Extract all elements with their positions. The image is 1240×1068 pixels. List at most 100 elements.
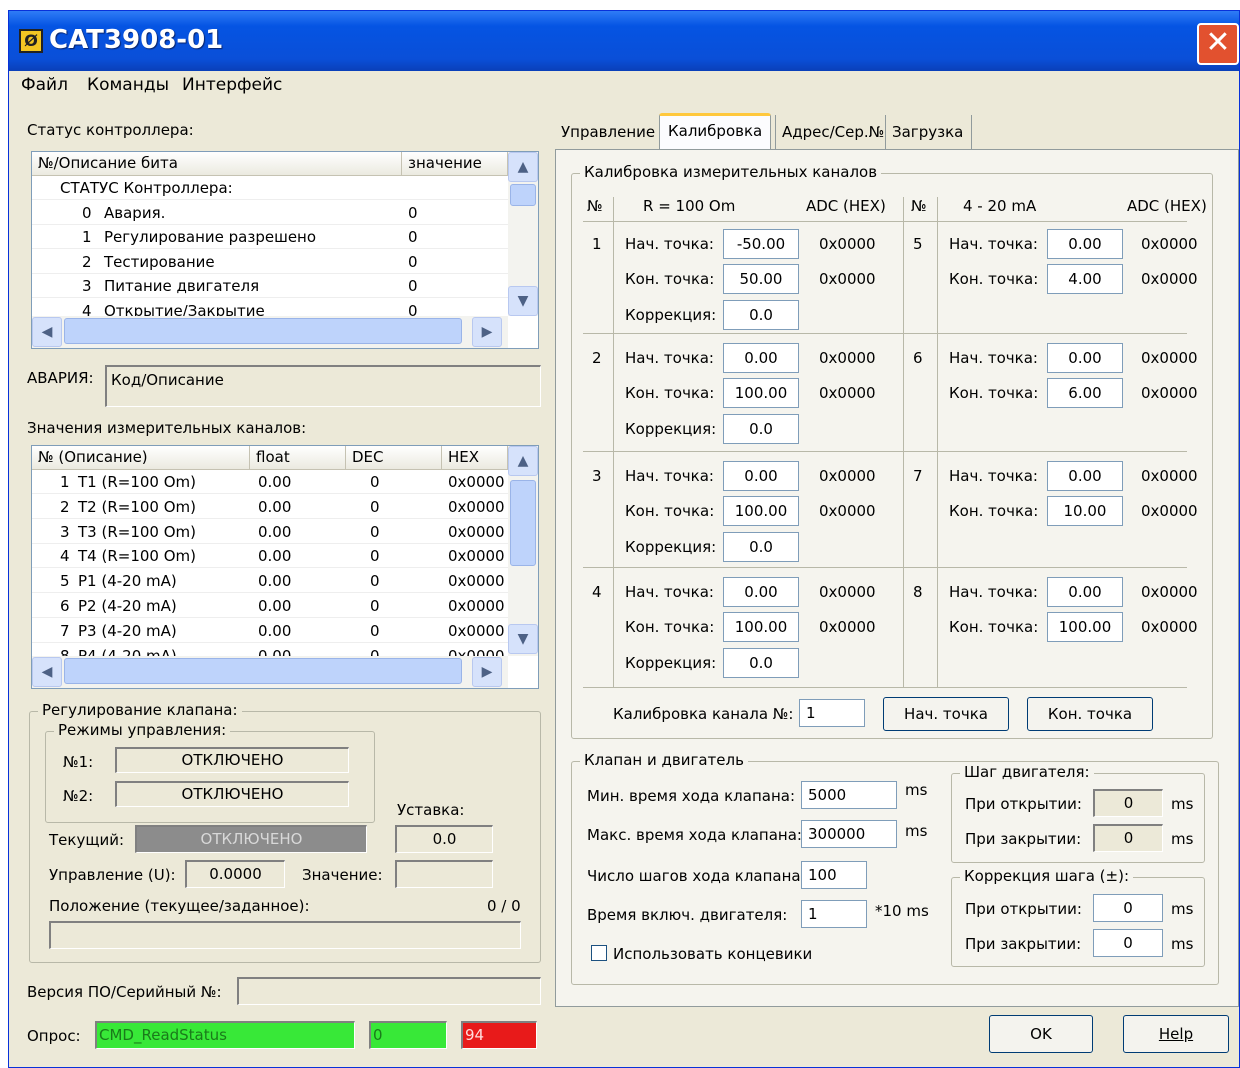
close-button[interactable]: ✕ bbox=[1197, 23, 1239, 65]
corr-close-input[interactable]: 0 bbox=[1093, 929, 1163, 957]
meas-float: 0.00 bbox=[258, 646, 292, 656]
title-bar[interactable]: Ø CAT3908-01 ✕ bbox=[9, 11, 1239, 71]
calib-start-point-button[interactable]: Нач. точка bbox=[883, 697, 1009, 731]
corr-open-input[interactable]: 0 bbox=[1093, 894, 1163, 922]
steps-input[interactable]: 100 bbox=[801, 861, 867, 889]
meas-col-desc[interactable]: № (Описание) bbox=[32, 446, 250, 470]
min-time-input[interactable]: 5000 bbox=[801, 781, 897, 809]
limit-switch-checkbox[interactable] bbox=[591, 945, 607, 961]
menu-file[interactable]: Файл bbox=[21, 75, 68, 95]
status-col-desc[interactable]: №/Описание бита bbox=[32, 152, 402, 176]
motor-on-time-input[interactable]: 1 bbox=[801, 900, 867, 928]
status-col-value[interactable]: значение bbox=[402, 152, 508, 176]
meas-number: 7 bbox=[60, 621, 70, 640]
status-bit-desc: Авария. bbox=[104, 203, 166, 222]
scroll-left-button[interactable]: ◀ bbox=[32, 317, 62, 347]
calib-end-input[interactable]: 50.00 bbox=[723, 264, 799, 294]
calib-end-input[interactable]: 100.00 bbox=[1047, 612, 1123, 642]
meas-col-hex[interactable]: HEX bbox=[442, 446, 508, 470]
calib-channel-number: 1 bbox=[592, 235, 602, 253]
table-row[interactable]: 4 Открытие/Закрытие 0 bbox=[32, 299, 508, 317]
calib-start-input[interactable]: 0.00 bbox=[723, 461, 799, 491]
meas-hex: 0x0000 bbox=[448, 547, 505, 566]
calib-end-input[interactable]: 10.00 bbox=[1047, 496, 1123, 526]
status-vscroll-thumb[interactable] bbox=[510, 184, 536, 206]
calib-start-input[interactable]: 0.00 bbox=[1047, 461, 1123, 491]
step-close-field: 0 bbox=[1093, 824, 1163, 852]
table-row[interactable]: СТАТУС Контроллера: bbox=[32, 176, 508, 200]
meas-dec: 0 bbox=[370, 473, 380, 491]
table-row[interactable]: 2 Тестирование 0 bbox=[32, 250, 508, 274]
menu-interface[interactable]: Интерфейс bbox=[182, 75, 282, 95]
window-title: CAT3908-01 bbox=[49, 25, 224, 55]
help-button[interactable]: Help bbox=[1123, 1015, 1229, 1053]
corr-open-unit: ms bbox=[1171, 900, 1194, 918]
table-row[interactable]: 4 T4 (R=100 Om) 0.00 0 0x0000 bbox=[32, 544, 508, 569]
calib-end-label: Кон. точка: bbox=[949, 384, 1039, 402]
table-row[interactable]: 2 T2 (R=100 Om) 0.00 0 0x0000 bbox=[32, 495, 508, 519]
control-u-field: 0.0000 bbox=[185, 860, 285, 888]
table-row[interactable]: 7 P3 (4-20 mA) 0.00 0 0x0000 bbox=[32, 619, 508, 643]
table-row[interactable]: 1 Регулирование разрешено 0 bbox=[32, 225, 508, 249]
calib-end-input[interactable]: 100.00 bbox=[723, 496, 799, 526]
tab-calibration[interactable]: Калибровка bbox=[659, 113, 772, 149]
calib-end-input[interactable]: 6.00 bbox=[1047, 378, 1123, 408]
scroll-left-button[interactable]: ◀ bbox=[32, 657, 62, 687]
meas-float: 0.00 bbox=[258, 497, 292, 516]
calib-row-divider bbox=[583, 567, 1187, 568]
table-row[interactable]: 5 P1 (4-20 mA) 0.00 0 0x0000 bbox=[32, 569, 508, 594]
calib-header-type-right: 4 - 20 mA bbox=[963, 197, 1037, 215]
meas-vscroll-thumb[interactable] bbox=[510, 480, 536, 566]
scroll-down-button[interactable]: ▼ bbox=[508, 624, 538, 654]
calib-correction-input[interactable]: 0.0 bbox=[723, 648, 799, 678]
calib-start-input[interactable]: 0.00 bbox=[723, 343, 799, 373]
version-field bbox=[237, 977, 541, 1005]
calib-start-label: Нач. точка: bbox=[625, 235, 714, 253]
max-time-input[interactable]: 300000 bbox=[801, 820, 897, 848]
calib-end-input[interactable]: 100.00 bbox=[723, 378, 799, 408]
value-label: Значение: bbox=[302, 866, 383, 884]
tab-address[interactable]: Адрес/Сер.№ bbox=[775, 115, 884, 149]
menu-commands[interactable]: Команды bbox=[87, 75, 169, 95]
calib-end-input[interactable]: 100.00 bbox=[723, 612, 799, 642]
calib-end-input[interactable]: 4.00 bbox=[1047, 264, 1123, 294]
calib-channel-number: 2 bbox=[592, 349, 602, 367]
meas-col-float[interactable]: float bbox=[250, 446, 346, 470]
status-bit-value: 0 bbox=[408, 277, 418, 295]
calib-correction-input[interactable]: 0.0 bbox=[723, 414, 799, 444]
scroll-right-button[interactable]: ▶ bbox=[472, 657, 502, 687]
scroll-down-button[interactable]: ▼ bbox=[508, 286, 538, 316]
calib-channel-input[interactable]: 1 bbox=[799, 699, 865, 727]
calib-correction-input[interactable]: 0.0 bbox=[723, 300, 799, 330]
meas-col-dec[interactable]: DEC bbox=[346, 446, 442, 470]
scroll-right-button[interactable]: ▶ bbox=[472, 317, 502, 347]
calib-end-point-button[interactable]: Кон. точка bbox=[1027, 697, 1153, 731]
calib-start-input[interactable]: 0.00 bbox=[1047, 343, 1123, 373]
table-row[interactable]: 3 T3 (R=100 Om) 0.00 0 0x0000 bbox=[32, 520, 508, 544]
table-row[interactable]: 6 P2 (4-20 mA) 0.00 0 0x0000 bbox=[32, 594, 508, 618]
calib-end-label: Кон. точка: bbox=[625, 618, 715, 636]
table-row[interactable]: 0 Авария. 0 bbox=[32, 201, 508, 225]
status-hscroll-thumb[interactable] bbox=[64, 318, 462, 344]
calib-start-input[interactable]: 0.00 bbox=[723, 577, 799, 607]
scroll-up-button[interactable]: ▲ bbox=[508, 152, 538, 182]
calib-end-adc: 0x0000 bbox=[1141, 618, 1198, 636]
calib-start-label: Нач. точка: bbox=[949, 349, 1038, 367]
calib-start-input[interactable]: 0.00 bbox=[1047, 229, 1123, 259]
meas-number: 3 bbox=[60, 522, 70, 541]
table-row[interactable]: 1 T1 (R=100 Om) 0.00 0 0x0000 bbox=[32, 470, 508, 494]
table-row[interactable]: 8 P4 (4-20 mA) 0.00 0 0x0000 bbox=[32, 644, 508, 656]
poll-counter-field: 0 bbox=[369, 1021, 447, 1049]
calib-start-input[interactable]: 0.00 bbox=[1047, 577, 1123, 607]
tab-control[interactable]: Управление bbox=[561, 115, 655, 149]
meas-hscroll-thumb[interactable] bbox=[64, 658, 462, 684]
calib-end-label: Кон. точка: bbox=[949, 270, 1039, 288]
calib-correction-input[interactable]: 0.0 bbox=[723, 532, 799, 562]
meas-number: 8 bbox=[60, 646, 70, 656]
calib-correction-label: Коррекция: bbox=[625, 420, 717, 438]
ok-button[interactable]: OK bbox=[989, 1015, 1093, 1053]
tab-download[interactable]: Загрузка bbox=[885, 115, 973, 149]
table-row[interactable]: 3 Питание двигателя 0 bbox=[32, 274, 508, 298]
calib-start-input[interactable]: -50.00 bbox=[723, 229, 799, 259]
scroll-up-button[interactable]: ▲ bbox=[508, 446, 538, 476]
